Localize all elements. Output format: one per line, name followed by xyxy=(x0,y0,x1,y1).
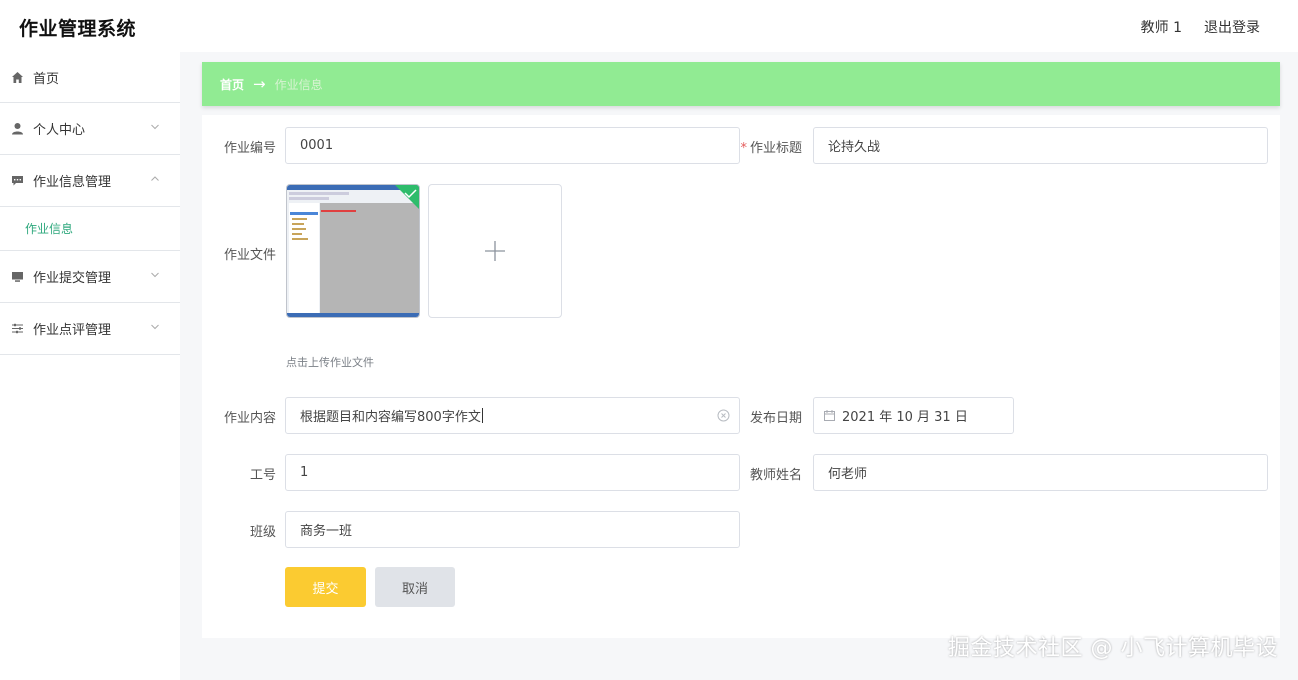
sidebar-item-homework-info-mgmt[interactable]: 作业信息管理 xyxy=(0,155,180,207)
publish-date-value: 2021 年 10 月 31 日 xyxy=(842,410,968,425)
sidebar-item-label: 作业提交管理 xyxy=(33,271,112,286)
uploaded-file-thumbnail[interactable] xyxy=(286,184,420,318)
chevron-down-icon xyxy=(151,324,159,330)
homework-id-value: 0001 xyxy=(300,138,334,153)
homework-id-input[interactable]: 0001 xyxy=(285,127,740,164)
calendar-icon xyxy=(824,410,835,421)
sidebar-item-profile[interactable]: 个人中心 xyxy=(0,103,180,155)
app-title: 作业管理系统 xyxy=(19,18,137,40)
staff-id-input[interactable]: 1 xyxy=(285,454,740,491)
sidebar-item-home[interactable]: 首页 xyxy=(0,52,180,103)
class-value: 商务一班 xyxy=(300,524,353,539)
plus-icon xyxy=(485,241,505,261)
teacher-name-label: 教师姓名 xyxy=(749,468,802,483)
homework-content-label: 作业内容 xyxy=(223,411,276,426)
user-icon xyxy=(10,122,24,136)
sidebar: 首页 个人中心 作业信息管理 作业信息 作业提交管理 作业点评管理 xyxy=(0,52,180,680)
teacher-name-input[interactable]: 何老师 xyxy=(813,454,1268,491)
logout-link[interactable]: 退出登录 xyxy=(1204,17,1260,37)
text-cursor xyxy=(481,408,483,423)
staff-id-value: 1 xyxy=(300,465,309,480)
sliders-icon xyxy=(10,322,24,336)
chevron-down-icon xyxy=(151,124,159,130)
sidebar-item-label: 作业点评管理 xyxy=(33,323,112,338)
sidebar-item-label: 个人中心 xyxy=(33,123,86,138)
required-mark: * xyxy=(740,141,747,156)
upload-add-button[interactable] xyxy=(428,184,562,318)
chevron-down-icon xyxy=(151,272,159,278)
sidebar-item-review-mgmt[interactable]: 作业点评管理 xyxy=(0,303,180,355)
breadcrumb-arrow: → xyxy=(253,75,266,93)
breadcrumb-home[interactable]: 首页 xyxy=(220,76,244,93)
watermark: 掘金技术社区 @ 小飞计算机毕设 xyxy=(948,636,1278,661)
submit-button[interactable]: 提交 xyxy=(285,567,366,607)
sidebar-item-label: 首页 xyxy=(33,71,60,87)
homework-title-label: * 作业标题 xyxy=(740,141,802,156)
homework-form: 作业编号 0001 *作业标题 论持久战 作业文件 点击上传作业文件 作业内容 xyxy=(202,115,1280,638)
homework-content-input[interactable]: 根据题目和内容编写800字作文 xyxy=(285,397,740,434)
chevron-up-icon xyxy=(151,176,159,181)
cancel-button[interactable]: 取消 xyxy=(375,567,455,607)
homework-content-value: 根据题目和内容编写800字作文 xyxy=(300,410,481,425)
user-area: 教师 1 退出登录 xyxy=(1141,17,1260,37)
homework-title-input[interactable]: 论持久战 xyxy=(813,127,1268,164)
publish-date-label: 发布日期 xyxy=(749,411,802,426)
teacher-name-value: 何老师 xyxy=(828,467,868,482)
top-bar: 作业管理系统 教师 1 退出登录 xyxy=(0,0,1298,52)
sidebar-item-label: 作业信息管理 xyxy=(33,175,112,190)
publish-date-picker[interactable]: 2021 年 10 月 31 日 xyxy=(813,397,1014,434)
homework-file-label: 作业文件 xyxy=(223,248,276,263)
breadcrumb-current: 作业信息 xyxy=(274,77,323,92)
monitor-icon xyxy=(10,270,24,284)
class-input[interactable]: 商务一班 xyxy=(285,511,740,548)
sidebar-subitem-homework-info[interactable]: 作业信息 xyxy=(0,206,180,251)
home-icon xyxy=(10,70,24,84)
upload-hint: 点击上传作业文件 xyxy=(286,356,374,369)
class-label: 班级 xyxy=(249,525,276,540)
file-preview-image xyxy=(287,185,419,317)
staff-id-label: 工号 xyxy=(249,468,276,483)
homework-title-value: 论持久战 xyxy=(828,140,881,155)
breadcrumb: 首页 → 作业信息 xyxy=(202,62,1280,106)
homework-id-label: 作业编号 xyxy=(223,141,276,156)
current-user[interactable]: 教师 1 xyxy=(1141,17,1182,37)
sidebar-item-submission-mgmt[interactable]: 作业提交管理 xyxy=(0,251,180,303)
chat-icon xyxy=(10,174,24,188)
